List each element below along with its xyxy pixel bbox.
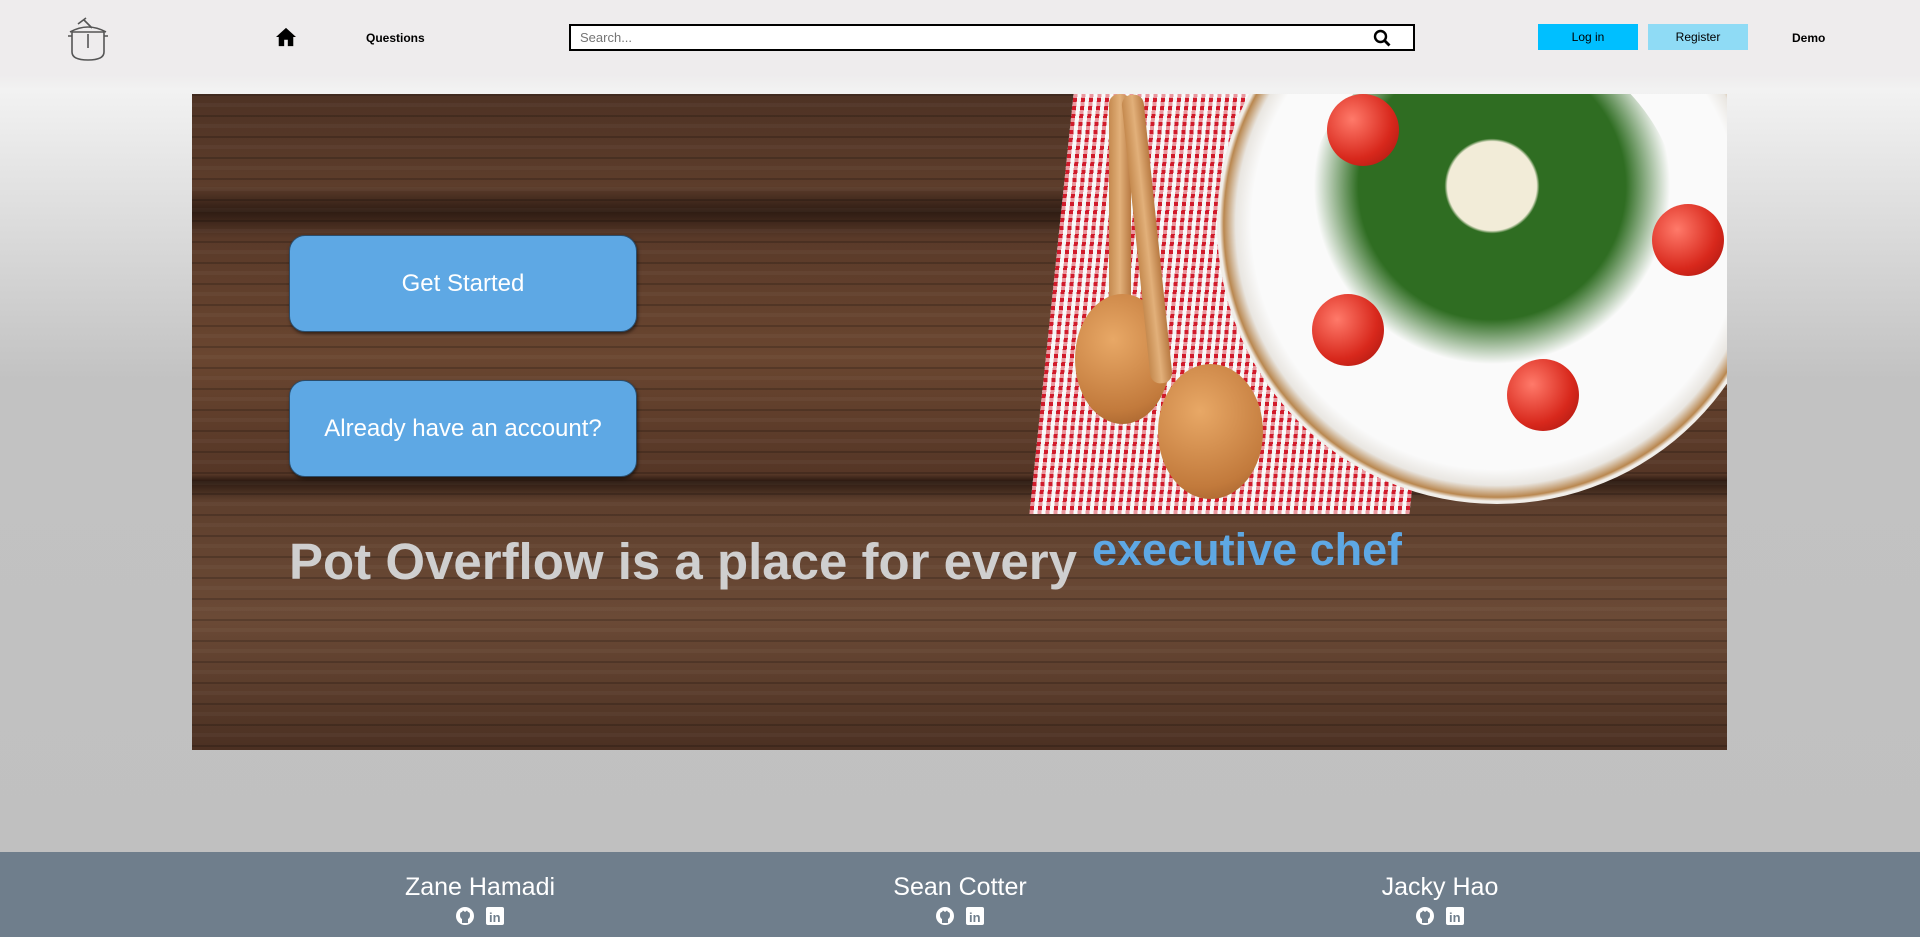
linkedin-icon[interactable]: in	[965, 906, 985, 926]
get-started-button[interactable]: Get Started	[289, 235, 637, 332]
svg-text:in: in	[969, 910, 981, 925]
search-bar	[569, 24, 1415, 51]
already-have-account-button[interactable]: Already have an account?	[289, 380, 637, 477]
linkedin-icon[interactable]: in	[485, 906, 505, 926]
github-icon[interactable]	[935, 906, 955, 926]
questions-link[interactable]: Questions	[366, 31, 425, 45]
member-name: Jacky Hao	[1381, 873, 1499, 901]
svg-text:in: in	[1449, 910, 1461, 925]
top-nav: Questions Log in Register Demo	[0, 0, 1920, 75]
register-button[interactable]: Register	[1648, 24, 1748, 50]
rotating-role-text: executive chef	[1092, 524, 1403, 566]
team-member: Jacky Hao in	[1290, 873, 1590, 926]
home-icon[interactable]	[275, 27, 297, 47]
search-input[interactable]	[571, 26, 1351, 49]
tomato-image	[1652, 204, 1724, 276]
hero-banner: Get Started Already have an account? Pot…	[192, 94, 1727, 750]
footer: Zane Hamadi in Sean Cotter in Jacky Hao …	[0, 852, 1920, 937]
github-icon[interactable]	[455, 906, 475, 926]
team-member: Zane Hamadi in	[330, 873, 630, 926]
team-member: Sean Cotter in	[810, 873, 1110, 926]
login-button[interactable]: Log in	[1538, 24, 1638, 50]
linkedin-icon[interactable]: in	[1445, 906, 1465, 926]
tomato-image	[1312, 294, 1384, 366]
wooden-spoon-image	[1158, 364, 1263, 499]
tagline: Pot Overflow is a place for every	[289, 533, 1077, 590]
tomato-image	[1327, 94, 1399, 166]
pot-logo-icon[interactable]	[64, 14, 112, 62]
github-icon[interactable]	[1415, 906, 1435, 926]
member-name: Zane Hamadi	[404, 873, 556, 901]
search-icon[interactable]	[1373, 29, 1391, 47]
tomato-image	[1507, 359, 1579, 431]
svg-text:in: in	[489, 910, 501, 925]
demo-link[interactable]: Demo	[1792, 31, 1825, 45]
member-name: Sean Cotter	[893, 873, 1027, 901]
